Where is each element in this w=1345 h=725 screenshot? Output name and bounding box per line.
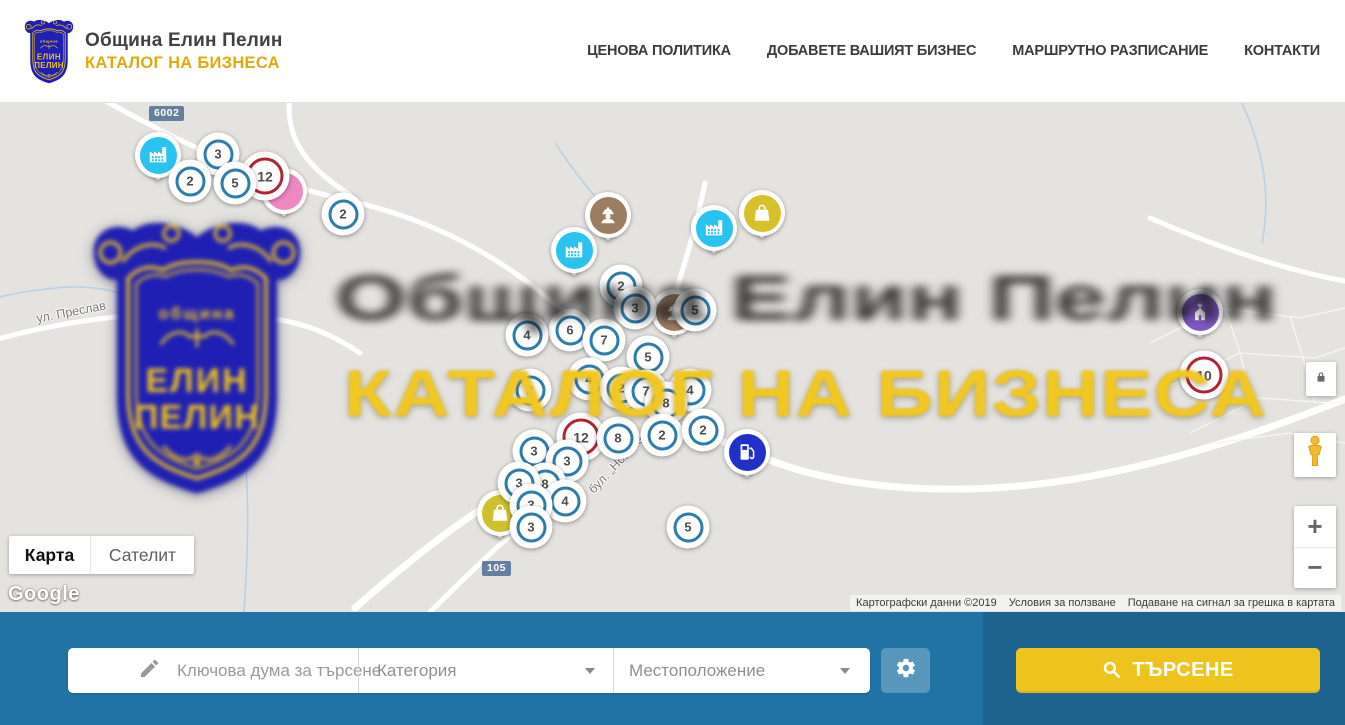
shopping-bag-pin[interactable]: [739, 190, 785, 236]
cluster-count: 3: [530, 444, 537, 459]
cluster-count: 10: [1196, 367, 1212, 383]
page: Община Елин Пелин КАТАЛОГ НА БИЗНЕСА ЦЕН…: [0, 0, 1345, 725]
header: Община Елин Пелин КАТАЛОГ НА БИЗНЕСА ЦЕН…: [0, 0, 1345, 103]
municipality-crest-logo: [22, 18, 76, 85]
cluster-count: 5: [684, 520, 691, 535]
cluster-count: 2: [186, 174, 193, 189]
church-icon: [1189, 301, 1211, 323]
cluster-count: 3: [631, 301, 638, 316]
location-dropdown[interactable]: Местоположение: [613, 648, 870, 693]
cluster-count: 3: [214, 147, 221, 162]
google-logo[interactable]: Google: [8, 583, 80, 606]
cluster-marker[interactable]: 7: [583, 319, 626, 362]
cluster-count: 6: [566, 323, 573, 338]
cluster-marker[interactable]: 10: [1180, 351, 1229, 400]
zoom-in-button[interactable]: +: [1294, 506, 1336, 548]
nav-item-route-schedule[interactable]: МАРШРУТНО РАЗПИСАНИЕ: [1012, 43, 1208, 59]
cluster-marker[interactable]: 5: [674, 289, 717, 332]
cluster-marker[interactable]: 2: [682, 409, 725, 452]
cluster-marker[interactable]: 8: [597, 417, 640, 460]
fuel-pin[interactable]: [724, 429, 770, 475]
church-pin[interactable]: [1177, 289, 1223, 335]
cluster-marker[interactable]: 4: [506, 314, 549, 357]
search-bar: Категория Местоположение ТЪРСЕНЕ: [0, 612, 1345, 725]
nav-item-pricing-policy[interactable]: ЦЕНОВА ПОЛИТИКА: [587, 43, 731, 59]
lock-icon: [1314, 369, 1328, 390]
brand-text: Община Елин Пелин КАТАЛОГ НА БИЗНЕСА: [85, 30, 283, 73]
caret-down-icon: [585, 668, 595, 674]
cluster-marker[interactable]: 5: [214, 162, 257, 205]
advanced-settings-button[interactable]: [881, 648, 930, 693]
cluster-count: 2: [526, 383, 533, 398]
cluster-count: 2: [699, 423, 706, 438]
cluster-count: 3: [563, 454, 570, 469]
location-dropdown-label: Местоположение: [629, 661, 840, 681]
nav-item-contacts[interactable]: КОНТАКТИ: [1244, 43, 1320, 59]
factory-pin[interactable]: [691, 205, 737, 251]
map-canvas[interactable]: ул. Преслав бул. „Новосел 6002 105 12325…: [0, 103, 1345, 612]
zoom-control: + −: [1294, 506, 1336, 588]
gear-icon: [895, 657, 917, 684]
brand-logo[interactable]: Община Елин Пелин КАТАЛОГ НА БИЗНЕСА: [22, 18, 283, 85]
map-markers: 1232522356475422748128223383433510: [0, 103, 1345, 612]
cluster-count: 5: [691, 303, 698, 318]
cluster-count: 12: [257, 168, 273, 184]
cluster-count: 2: [658, 428, 665, 443]
cluster-count: 5: [644, 350, 651, 365]
cluster-count: 8: [614, 431, 621, 446]
cluster-count: 8: [662, 396, 669, 411]
pencil-icon: [138, 657, 161, 685]
cluster-count: 2: [339, 207, 346, 222]
cluster-count: 2: [617, 381, 624, 396]
shopping-bag-icon: [489, 502, 511, 524]
search-filter-group: Категория Местоположение: [68, 648, 870, 693]
map-type-control: Карта Сателит: [9, 536, 194, 574]
shopping-bag-icon: [751, 202, 773, 224]
map-attribution: Картографски данни ©2019 Условия за полз…: [850, 595, 1341, 611]
factory-icon: [147, 144, 169, 166]
lock-button[interactable]: [1306, 362, 1336, 396]
brand-subtitle: КАТАЛОГ НА БИЗНЕСА: [85, 54, 283, 73]
pegman-icon: [1304, 435, 1326, 476]
factory-icon: [703, 217, 725, 239]
caret-down-icon: [840, 668, 850, 674]
brand-title: Община Елин Пелин: [85, 30, 283, 52]
map-type-satellite-button[interactable]: Сателит: [91, 536, 194, 574]
cluster-marker[interactable]: 3: [614, 287, 657, 330]
factory-icon: [563, 239, 585, 261]
search-icon: [1102, 660, 1121, 682]
cluster-count: 3: [527, 520, 534, 535]
cluster-marker[interactable]: 2: [641, 414, 684, 457]
category-dropdown-label: Категория: [377, 661, 585, 681]
cluster-marker[interactable]: 2: [509, 369, 552, 412]
terms-of-use-link[interactable]: Условия за ползване: [1003, 595, 1122, 611]
cluster-count: 4: [523, 328, 530, 343]
factory-pin[interactable]: [551, 227, 597, 273]
cluster-count: 4: [585, 372, 592, 387]
cluster-marker[interactable]: 5: [667, 506, 710, 549]
cluster-marker[interactable]: 2: [169, 160, 212, 203]
worker-icon: [597, 204, 619, 226]
fuel-icon: [736, 441, 758, 463]
map-type-map-button[interactable]: Карта: [9, 536, 91, 574]
cluster-count: 4: [686, 383, 693, 398]
cluster-count: 5: [231, 176, 238, 191]
map-data-copyright: Картографски данни ©2019: [850, 595, 1003, 611]
cluster-count: 7: [600, 333, 607, 348]
search-button-label: ТЪРСЕНЕ: [1132, 659, 1234, 682]
cluster-marker[interactable]: 3: [510, 506, 553, 549]
keyword-section: [68, 648, 358, 693]
nav-item-add-your-business[interactable]: ДОБАВЕТЕ ВАШИЯТ БИЗНЕС: [767, 43, 976, 59]
zoom-out-button[interactable]: −: [1294, 548, 1336, 589]
cluster-marker[interactable]: 2: [322, 193, 365, 236]
street-view-pegman[interactable]: [1294, 433, 1336, 477]
report-map-error-link[interactable]: Подаване на сигнал за грешка в картата: [1122, 595, 1341, 611]
cluster-count: 4: [561, 494, 568, 509]
search-button[interactable]: ТЪРСЕНЕ: [1016, 648, 1320, 693]
main-nav: ЦЕНОВА ПОЛИТИКА ДОБАВЕТЕ ВАШИЯТ БИЗНЕС М…: [587, 43, 1345, 59]
category-dropdown[interactable]: Категория: [358, 648, 613, 693]
